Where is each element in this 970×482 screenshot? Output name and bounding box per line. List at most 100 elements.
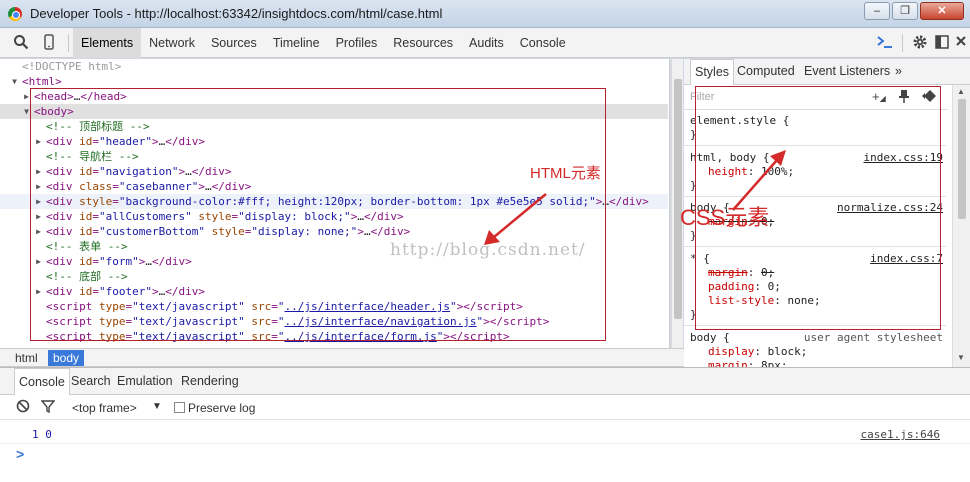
color-format-icon[interactable]: [922, 89, 938, 106]
tree-line-html[interactable]: ▼ <html>: [0, 74, 668, 89]
filter-input[interactable]: Filter: [690, 91, 714, 103]
attr-value: "customerBottom": [99, 225, 205, 238]
minimize-button[interactable]: –: [864, 2, 890, 20]
window-title-bar: Developer Tools - http://localhost:63342…: [0, 0, 970, 28]
tab-styles[interactable]: Styles: [690, 59, 735, 85]
tab-elements[interactable]: Elements: [73, 28, 142, 58]
tree-line-div-footer[interactable]: ▶ <div id="footer">…</div>: [0, 284, 668, 299]
tree-line-body-selected[interactable]: ▼ <body>: [0, 104, 668, 119]
collapsed-triangle-icon[interactable]: ▶: [34, 224, 43, 239]
pin-icon[interactable]: [898, 89, 910, 106]
style-declaration[interactable]: padding: 0;: [708, 280, 781, 294]
attr-value: "allCustomers": [99, 210, 192, 223]
device-mode-icon[interactable]: [40, 34, 58, 52]
scroll-down-icon[interactable]: ▼: [957, 353, 965, 362]
tab-console-drawer[interactable]: Console: [14, 368, 70, 395]
tree-line-script[interactable]: <script type="text/javascript" src="../j…: [0, 329, 668, 344]
tree-line-doctype[interactable]: <!DOCTYPE html>: [0, 59, 668, 74]
scrollbar-thumb[interactable]: [958, 99, 966, 219]
rule-source-link[interactable]: index.css:7: [870, 252, 943, 266]
toolbar-separator: [902, 34, 903, 52]
style-declaration[interactable]: height: 100%;: [708, 165, 794, 179]
rule-divider: [684, 145, 946, 146]
tab-timeline[interactable]: Timeline: [265, 28, 328, 58]
tree-line-script[interactable]: <script type="text/javascript" src="../j…: [0, 314, 668, 329]
style-declaration[interactable]: list-style: none;: [708, 294, 821, 308]
console-message-source[interactable]: case1.js:646: [861, 428, 940, 441]
tab-computed[interactable]: Computed: [733, 59, 799, 84]
tree-line-div-header[interactable]: ▶ <div id="header">…</div>: [0, 134, 668, 149]
collapsed-triangle-icon[interactable]: ▶: [34, 134, 43, 149]
rule-selector[interactable]: * {: [690, 252, 710, 266]
maximize-button[interactable]: ❐: [892, 2, 918, 20]
panel-tabs: Elements Network Sources Timeline Profil…: [73, 28, 574, 58]
tab-search[interactable]: Search: [67, 368, 115, 395]
tab-event-listeners[interactable]: Event Listeners: [800, 59, 894, 84]
console-prompt[interactable]: >: [16, 446, 24, 462]
close-brace: }: [690, 308, 697, 321]
tab-sources[interactable]: Sources: [203, 28, 265, 58]
tree-line-div-styled[interactable]: ▶ <div style="background-color:#fff; hei…: [0, 194, 668, 209]
attr-value: "text/javascript": [132, 315, 245, 328]
tab-audits[interactable]: Audits: [461, 28, 512, 58]
rule-source-link[interactable]: index.css:19: [864, 151, 943, 165]
crumb-body[interactable]: body: [48, 350, 85, 366]
tree-line-div-allcustomers[interactable]: ▶ <div id="allCustomers" style="display:…: [0, 209, 668, 224]
ellipsis: …: [363, 225, 371, 238]
preserve-log-checkbox[interactable]: [174, 402, 185, 413]
close-icon[interactable]: [952, 34, 970, 52]
collapsed-triangle-icon[interactable]: ▶: [34, 209, 43, 224]
expanded-triangle-icon[interactable]: ▼: [10, 74, 19, 89]
rule-selector[interactable]: html, body {: [690, 151, 769, 165]
tree-line-script[interactable]: <script type="text/javascript" src="../j…: [0, 299, 668, 314]
dock-icon[interactable]: [933, 34, 951, 52]
preserve-log-label[interactable]: Preserve log: [188, 401, 255, 415]
tab-resources[interactable]: Resources: [385, 28, 461, 58]
element-style-selector[interactable]: element.style {: [690, 114, 789, 128]
search-icon[interactable]: [12, 34, 30, 52]
tab-rendering[interactable]: Rendering: [177, 368, 243, 395]
tab-emulation[interactable]: Emulation: [113, 368, 177, 395]
new-rule-icon[interactable]: +◢: [872, 89, 886, 104]
window-controls: – ❐ ✕: [864, 2, 964, 20]
chevron-down-icon[interactable]: ▼: [152, 401, 162, 412]
collapsed-triangle-icon[interactable]: ▶: [34, 179, 43, 194]
scroll-up-icon[interactable]: ▲: [957, 87, 965, 96]
tab-console[interactable]: Console: [512, 28, 574, 58]
filter-icon[interactable]: [40, 399, 56, 416]
more-tabs-button[interactable]: »: [891, 59, 906, 84]
tree-line-div-customerbottom[interactable]: ▶ <div id="customerBottom" style="displa…: [0, 224, 668, 239]
tree-line-comment[interactable]: <!-- 底部 -->: [0, 269, 668, 284]
overridden-declaration[interactable]: margin: 0;: [708, 266, 774, 280]
crumb-html[interactable]: html: [10, 350, 43, 366]
collapsed-triangle-icon[interactable]: ▶: [34, 194, 43, 209]
rule-selector[interactable]: body {: [690, 331, 730, 345]
tab-profiles[interactable]: Profiles: [328, 28, 386, 58]
expanded-triangle-icon[interactable]: ▼: [22, 104, 31, 119]
tree-line-head[interactable]: ▶ <head>…</head>: [0, 89, 668, 104]
script-src-link[interactable]: ../js/interface/form.js: [284, 330, 436, 343]
tab-network[interactable]: Network: [141, 28, 203, 58]
script-src-link[interactable]: ../js/interface/header.js: [284, 300, 450, 313]
collapsed-triangle-icon[interactable]: ▶: [22, 89, 31, 104]
rule-source-link[interactable]: normalize.css:24: [837, 201, 943, 215]
style-declaration[interactable]: margin: 8px;: [708, 359, 788, 367]
collapsed-triangle-icon[interactable]: ▶: [34, 284, 43, 299]
tree-line-comment[interactable]: <!-- 顶部标题 -->: [0, 119, 668, 134]
sidebar-tabs: Styles Computed Event Listeners »: [684, 59, 970, 85]
ellipsis: …: [145, 255, 152, 268]
style-declaration[interactable]: display: block;: [708, 345, 807, 359]
attr-value: "background-color:#fff; height:120px; bo…: [118, 195, 596, 208]
settings-icon[interactable]: [911, 34, 929, 52]
devtools-toolbar: Elements Network Sources Timeline Profil…: [0, 28, 970, 58]
context-selector[interactable]: <top frame>: [72, 401, 137, 415]
scrollbar-thumb[interactable]: [674, 79, 682, 319]
styles-scrollbar[interactable]: ▲ ▼: [952, 85, 970, 367]
script-src-link[interactable]: ../js/interface/navigation.js: [284, 315, 476, 328]
collapsed-triangle-icon[interactable]: ▶: [34, 254, 43, 269]
console-drawer-icon[interactable]: [876, 34, 894, 52]
clear-console-icon[interactable]: [16, 399, 30, 416]
collapsed-triangle-icon[interactable]: ▶: [34, 164, 43, 179]
close-brace: }: [690, 128, 697, 141]
close-window-button[interactable]: ✕: [920, 2, 964, 20]
